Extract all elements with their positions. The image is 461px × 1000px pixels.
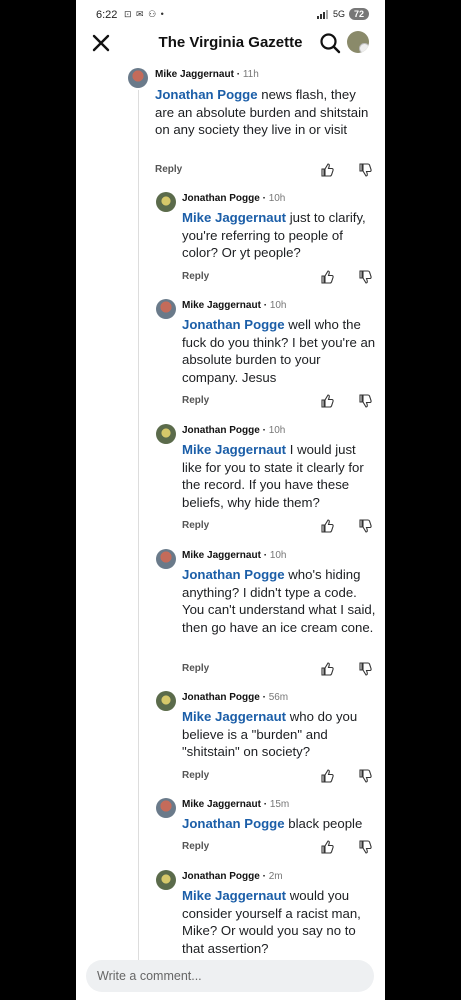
profile-avatar[interactable]	[347, 31, 369, 53]
comment-time: 15m	[269, 799, 290, 810]
comment: Jonathan Pogge · 10h Mike Jaggernaut I w…	[76, 422, 385, 542]
composer-placeholder: Write a comment...	[97, 969, 202, 983]
thumbs-down-icon[interactable]	[358, 662, 372, 676]
comment: Mike Jaggernaut · 15m Jonathan Pogge bla…	[76, 796, 385, 861]
comment-body: Jonathan Pogge who's hiding anything? I …	[182, 566, 378, 636]
reply-button[interactable]: Reply	[182, 841, 209, 852]
comment-mention[interactable]: Jonathan Pogge	[182, 816, 285, 831]
avatar[interactable]	[156, 299, 176, 319]
comment-author[interactable]: Jonathan Pogge	[182, 425, 260, 436]
thumbs-up-icon[interactable]	[320, 519, 334, 533]
reply-button[interactable]: Reply	[182, 663, 209, 674]
comment-author-line: Jonathan Pogge · 56m	[182, 692, 289, 703]
comment-time: 10h	[269, 550, 287, 561]
comment-author-line: Jonathan Pogge · 10h	[182, 425, 286, 436]
thumbs-down-icon[interactable]	[358, 519, 372, 533]
comment-mention[interactable]: Jonathan Pogge	[182, 317, 285, 332]
avatar[interactable]	[156, 424, 176, 444]
comment-author-line: Jonathan Pogge · 10h	[182, 193, 286, 204]
comment-body: Mike Jaggernaut I would just like for yo…	[182, 441, 378, 511]
avatar[interactable]	[156, 691, 176, 711]
comment-author[interactable]: Mike Jaggernaut	[182, 300, 261, 311]
comment-mention[interactable]: Mike Jaggernaut	[182, 709, 286, 724]
comment-body: Mike Jaggernaut just to clarify, you're …	[182, 209, 378, 262]
comment-author[interactable]: Jonathan Pogge	[182, 692, 260, 703]
search-icon[interactable]	[319, 32, 341, 54]
comment-text: black people	[288, 816, 363, 831]
comment: Jonathan Pogge · 56m Mike Jaggernaut who…	[76, 689, 385, 789]
status-bar: 6:22 ⊡ ✉ ⚇ • 5G 72	[76, 0, 385, 30]
comment-mention[interactable]: Jonathan Pogge	[182, 567, 285, 582]
comment-mention[interactable]: Jonathan Pogge	[155, 87, 258, 102]
reply-button[interactable]: Reply	[182, 520, 209, 531]
thumbs-up-icon[interactable]	[320, 394, 334, 408]
thumbs-down-icon[interactable]	[358, 163, 372, 177]
comment-author[interactable]: Jonathan Pogge	[182, 193, 260, 204]
thumbs-up-icon[interactable]	[320, 662, 334, 676]
comment-author-line: Mike Jaggernaut · 11h	[155, 69, 259, 80]
comment-mention[interactable]: Mike Jaggernaut	[182, 442, 286, 457]
top-header: The Virginia Gazette	[76, 30, 385, 58]
thumbs-up-icon[interactable]	[320, 270, 334, 284]
status-right: 5G 72	[316, 8, 369, 20]
comment-author[interactable]: Mike Jaggernaut	[182, 550, 261, 561]
comment-composer[interactable]: Write a comment...	[86, 960, 374, 992]
reply-button[interactable]: Reply	[182, 395, 209, 406]
comment-time: 10h	[268, 425, 286, 436]
comment-time: 10h	[268, 193, 286, 204]
thumbs-down-icon[interactable]	[358, 769, 372, 783]
comment: Jonathan Pogge · 10h Mike Jaggernaut jus…	[76, 190, 385, 290]
thumbs-up-icon[interactable]	[320, 769, 334, 783]
status-time: 6:22	[96, 9, 118, 21]
comment-mention[interactable]: Mike Jaggernaut	[182, 888, 286, 903]
network-label: 5G	[332, 9, 345, 19]
comment-author-line: Mike Jaggernaut · 10h	[182, 550, 287, 561]
notification-icons: ⊡ ✉ ⚇ •	[124, 9, 165, 19]
comment: Mike Jaggernaut · 11h Jonathan Pogge new…	[76, 64, 385, 184]
avatar[interactable]	[156, 870, 176, 890]
menu-chevron-icon	[359, 43, 369, 53]
comment-author-line: Mike Jaggernaut · 10h	[182, 300, 287, 311]
reply-button[interactable]: Reply	[155, 164, 182, 175]
comment-time: 11h	[242, 69, 259, 80]
comment-mention[interactable]: Mike Jaggernaut	[182, 210, 286, 225]
comment-time: 2m	[268, 871, 283, 882]
avatar[interactable]	[128, 68, 148, 88]
comment-author-line: Jonathan Pogge · 2m	[182, 871, 283, 882]
comment-time: 56m	[268, 692, 289, 703]
thumbs-down-icon[interactable]	[358, 394, 372, 408]
comment: Mike Jaggernaut · 10h Jonathan Pogge wel…	[76, 297, 385, 417]
comment-body: Jonathan Pogge well who the fuck do you …	[182, 316, 378, 386]
avatar[interactable]	[156, 798, 176, 818]
comment-time: 10h	[269, 300, 287, 311]
comment-body: Jonathan Pogge black people	[182, 815, 378, 833]
thumbs-up-icon[interactable]	[320, 840, 334, 854]
comment-author[interactable]: Mike Jaggernaut	[155, 69, 234, 80]
comment-body: Mike Jaggernaut would you consider yours…	[182, 887, 378, 957]
thumbs-down-icon[interactable]	[358, 270, 372, 284]
reply-button[interactable]: Reply	[182, 271, 209, 282]
comment: Mike Jaggernaut · 10h Jonathan Pogge who…	[76, 547, 385, 682]
signal-icon	[316, 9, 328, 19]
comment-author-line: Mike Jaggernaut · 15m	[182, 799, 290, 810]
avatar[interactable]	[156, 549, 176, 569]
reply-button[interactable]: Reply	[182, 770, 209, 781]
comment-author[interactable]: Jonathan Pogge	[182, 871, 260, 882]
comment-author[interactable]: Mike Jaggernaut	[182, 799, 261, 810]
thumbs-down-icon[interactable]	[358, 840, 372, 854]
app-screen: 6:22 ⊡ ✉ ⚇ • 5G 72 The Virginia Gazette …	[76, 0, 385, 1000]
comment-body: Mike Jaggernaut who do you believe is a …	[182, 708, 378, 761]
battery-badge: 72	[348, 8, 369, 20]
comment-body: Jonathan Pogge news flash, they are an a…	[155, 86, 370, 139]
thumbs-up-icon[interactable]	[320, 163, 334, 177]
avatar[interactable]	[156, 192, 176, 212]
comment: Jonathan Pogge · 2m Mike Jaggernaut woul…	[76, 868, 385, 958]
